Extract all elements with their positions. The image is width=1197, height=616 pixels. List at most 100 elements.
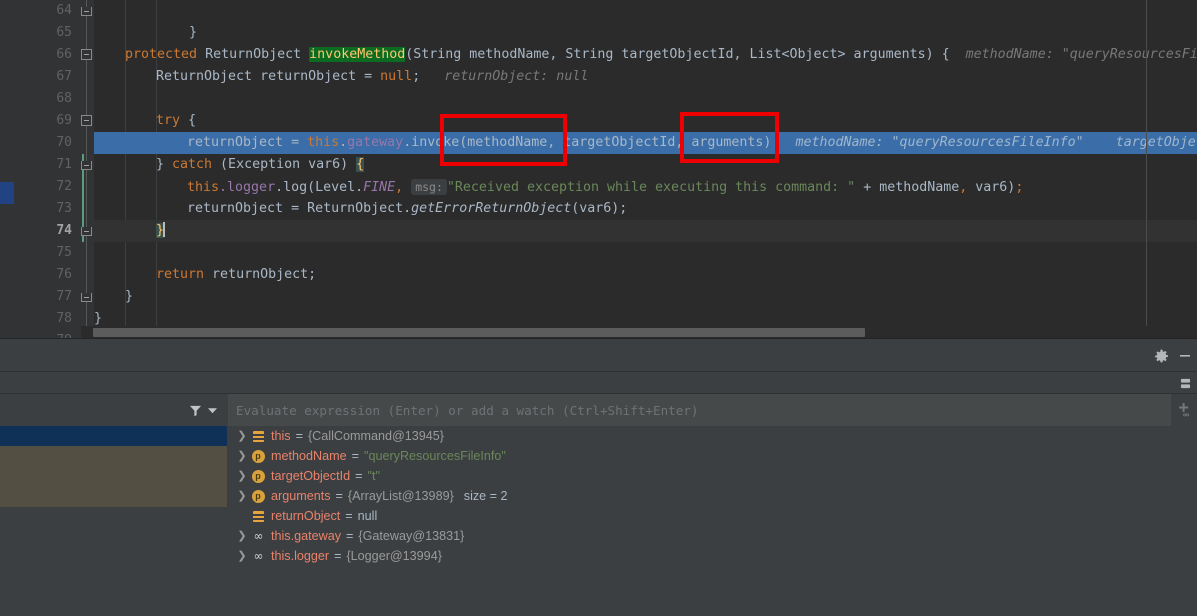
chain-icon: ∞ — [253, 529, 264, 543]
filter-icon[interactable] — [189, 404, 202, 417]
variable-value: {CallCommand@13945} — [307, 429, 444, 443]
inlay-hint-value: "queryResourcesFi — [1061, 47, 1197, 62]
variable-name: targetObjectId — [271, 469, 351, 483]
code-token: + methodName — [855, 180, 960, 195]
expand-chevron-icon[interactable]: ❯ — [234, 446, 250, 466]
debug-toolbar-icons — [1149, 339, 1197, 373]
debug-toolbar[interactable] — [0, 338, 1197, 372]
code-token: var6) — [967, 180, 1016, 195]
evaluate-placeholder: Evaluate expression (Enter) or add a wat… — [236, 402, 699, 418]
code-line-70-executing[interactable]: returnObject = this.gateway.invoke(metho… — [94, 132, 1197, 154]
evaluate-expression-bar[interactable]: Evaluate expression (Enter) or add a wat… — [0, 394, 1197, 426]
code-line-76[interactable]: return returnObject; — [94, 264, 1197, 286]
variable-row[interactable]: ❯ p arguments = {ArrayList@13989} size =… — [228, 486, 1197, 506]
variable-row[interactable]: ❯ p methodName = "queryResourcesFileInfo… — [228, 446, 1197, 466]
code-editor[interactable]: 64 65 66 67 68 69 70 71 72 73 74 75 76 7… — [0, 0, 1197, 338]
variables-filter-controls — [0, 394, 227, 426]
code-text-area[interactable]: } protected ReturnObject invokeMethod(St… — [94, 0, 1197, 338]
variable-name: this — [271, 429, 291, 443]
fold-marker[interactable] — [80, 220, 93, 242]
code-line-67[interactable]: ReturnObject returnObject = null; return… — [94, 66, 1197, 88]
code-line-71[interactable]: } catch (Exception var6) { — [94, 154, 1197, 176]
field-icon — [250, 508, 266, 524]
code-token: } — [156, 157, 173, 172]
fold-marker[interactable] — [80, 110, 93, 132]
ide-debug-screen: 64 65 66 67 68 69 70 71 72 73 74 75 76 7… — [0, 0, 1197, 616]
fold-marker[interactable] — [80, 286, 93, 308]
chain-icon: ∞ — [253, 549, 264, 563]
evaluate-expression-input[interactable]: Evaluate expression (Enter) or add a wat… — [228, 394, 1171, 426]
variables-tree[interactable]: ❯ this = {CallCommand@13945} ❯ p methodN… — [228, 426, 1197, 616]
editor-marker-strip[interactable] — [0, 0, 14, 338]
code-token: } — [94, 311, 103, 326]
code-line-73[interactable]: returnObject = ReturnObject.getErrorRetu… — [94, 198, 1197, 220]
variable-row[interactable]: ❯ ∞ this.logger = {Logger@13994} — [228, 546, 1197, 566]
expand-chevron-icon[interactable]: ❯ — [234, 426, 250, 446]
code-line-66[interactable]: protected ReturnObject invokeMethod(Stri… — [94, 44, 1197, 66]
fold-marker[interactable] — [80, 154, 93, 176]
code-keyword: this — [187, 180, 220, 195]
code-token: ; — [1015, 180, 1024, 195]
line-number: 67 — [56, 69, 72, 84]
code-token: (var6); — [571, 201, 628, 216]
line-number-gutter[interactable]: 64 65 66 67 68 69 70 71 72 73 74 75 76 7… — [14, 0, 80, 338]
code-line-64[interactable]: } — [94, 0, 1197, 40]
variables-panel[interactable]: ❯ this = {CallCommand@13945} ❯ p methodN… — [0, 426, 1197, 616]
navigation-marker[interactable] — [0, 182, 14, 204]
debug-subtoolbar-icons — [1173, 372, 1197, 394]
hide-panel-icon[interactable] — [1173, 342, 1197, 370]
code-keyword: this — [307, 135, 340, 150]
fold-marker[interactable] — [80, 0, 93, 22]
inlay-hint-label: targetObje — [1115, 135, 1196, 150]
chevron-down-icon[interactable] — [208, 407, 217, 414]
code-line-72[interactable]: this.logger.log(Level.FINE, msg: "Receive… — [94, 176, 1197, 198]
code-token: . — [339, 135, 348, 150]
code-method: getErrorReturnObject — [411, 201, 572, 216]
code-line-77[interactable]: } — [94, 286, 1197, 308]
code-line-65[interactable] — [94, 22, 1197, 44]
highlight-block[interactable] — [0, 446, 227, 507]
line-number: 73 — [56, 201, 72, 216]
expand-chevron-icon[interactable]: ❯ — [234, 526, 250, 546]
variable-value: {Logger@13994} — [346, 549, 442, 563]
fold-marker[interactable] — [80, 44, 93, 66]
code-keyword: return — [156, 267, 205, 282]
scrollbar-thumb[interactable] — [93, 328, 865, 337]
code-line-69[interactable]: try { — [94, 110, 1197, 132]
right-margin-separator — [1146, 0, 1147, 330]
add-watch-icon[interactable] — [1171, 394, 1197, 426]
code-token: { — [188, 113, 197, 128]
variable-row[interactable]: ❯ this = {CallCommand@13945} — [228, 426, 1197, 446]
variable-row[interactable]: ❯ ∞ this.gateway = {Gateway@13831} — [228, 526, 1197, 546]
editor-horizontal-scrollbar[interactable] — [81, 326, 1197, 338]
variable-value: "t" — [367, 469, 380, 483]
line-number-current: 74 — [56, 223, 72, 238]
code-token: returnObject; — [204, 267, 317, 282]
line-number: 75 — [56, 245, 72, 260]
variable-row[interactable]: ❯ p targetObjectId = "t" — [228, 466, 1197, 486]
variable-row[interactable]: ❯ returnObject = null — [228, 506, 1197, 526]
line-number: 71 — [56, 157, 72, 172]
expand-chevron-icon[interactable]: ❯ — [234, 486, 250, 506]
layout-panel-icon[interactable] — [1173, 372, 1197, 394]
code-token: ReturnObject returnObject = — [156, 69, 381, 84]
line-number: 72 — [56, 179, 72, 194]
code-line-68[interactable] — [94, 88, 1197, 110]
code-brace-matched: { — [356, 157, 365, 172]
code-keyword: try — [156, 113, 181, 128]
expand-chevron-icon[interactable]: ❯ — [234, 466, 250, 486]
debug-subtoolbar[interactable] — [0, 372, 1197, 394]
equals-sign: = — [346, 529, 354, 543]
frames-pane[interactable] — [0, 426, 227, 616]
inlay-hint-value: returnObject: null — [444, 69, 589, 84]
selected-frame-block[interactable] — [0, 426, 227, 446]
settings-gear-icon[interactable] — [1149, 342, 1173, 370]
expand-chevron-icon[interactable]: ❯ — [234, 546, 250, 566]
field-icon — [250, 428, 266, 444]
code-line-75[interactable] — [94, 242, 1197, 264]
code-line-74-current[interactable]: } — [94, 220, 1197, 242]
code-token: .log(Level. — [275, 180, 364, 195]
code-folding-column[interactable] — [80, 0, 94, 338]
line-number: 66 — [56, 47, 72, 62]
code-token: } — [125, 289, 134, 304]
